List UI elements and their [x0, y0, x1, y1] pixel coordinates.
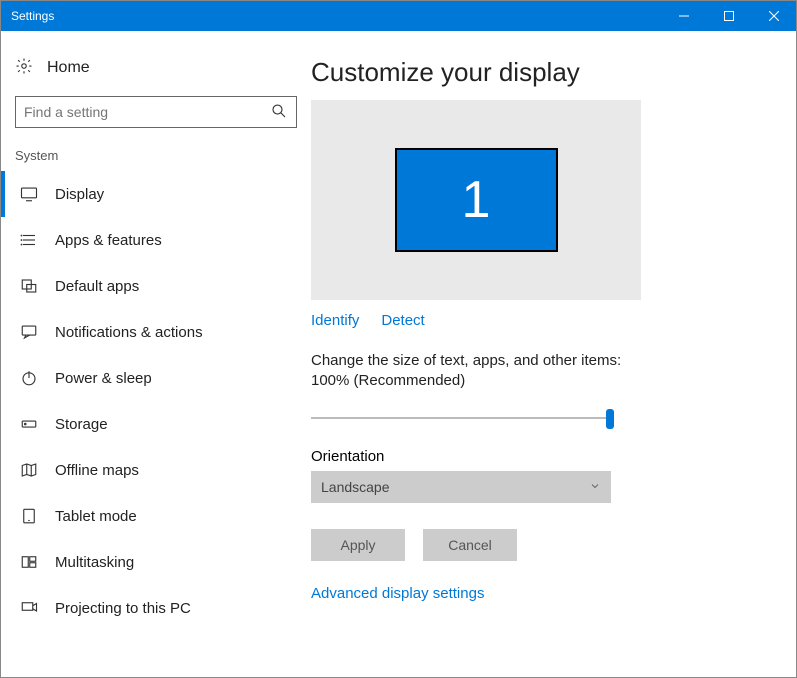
sidebar-item-tablet-mode[interactable]: Tablet mode — [1, 493, 311, 539]
tablet-icon — [19, 507, 39, 525]
sidebar-item-label: Offline maps — [55, 462, 139, 479]
sidebar-item-label: Multitasking — [55, 554, 134, 571]
identify-link[interactable]: Identify — [311, 312, 359, 329]
advanced-display-link[interactable]: Advanced display settings — [311, 585, 484, 602]
slider-thumb[interactable] — [606, 409, 614, 429]
sidebar-item-label: Display — [55, 186, 104, 203]
monitor-number: 1 — [462, 170, 491, 230]
detect-link[interactable]: Detect — [381, 312, 424, 329]
maximize-button[interactable] — [706, 1, 751, 31]
map-icon — [19, 461, 39, 479]
project-icon — [19, 599, 39, 617]
section-label-system: System — [1, 148, 311, 171]
search-field[interactable] — [24, 104, 270, 120]
home-button[interactable]: Home — [1, 49, 311, 96]
display-icon — [19, 185, 39, 203]
sidebar-item-multitasking[interactable]: Multitasking — [1, 539, 311, 585]
sidebar-item-label: Notifications & actions — [55, 324, 203, 341]
sidebar-item-offline-maps[interactable]: Offline maps — [1, 447, 311, 493]
sidebar-item-apps-features[interactable]: Apps & features — [1, 217, 311, 263]
apply-button[interactable]: Apply — [311, 529, 405, 561]
chat-icon — [19, 323, 39, 341]
titlebar: Settings — [1, 1, 796, 31]
chevron-down-icon — [589, 479, 601, 495]
scale-label: Change the size of text, apps, and other… — [311, 351, 641, 392]
defaults-icon — [19, 277, 39, 295]
scale-slider[interactable] — [311, 406, 611, 430]
close-button[interactable] — [751, 1, 796, 31]
sidebar: Home System Display Apps & features Defa… — [1, 31, 311, 677]
list-icon — [19, 231, 39, 249]
window-title: Settings — [11, 9, 661, 23]
sidebar-item-label: Tablet mode — [55, 508, 137, 525]
sidebar-item-display[interactable]: Display — [1, 171, 311, 217]
home-label: Home — [47, 59, 90, 77]
sidebar-item-default-apps[interactable]: Default apps — [1, 263, 311, 309]
sidebar-item-label: Default apps — [55, 278, 139, 295]
display-arrangement[interactable]: 1 — [311, 100, 641, 300]
sidebar-item-label: Apps & features — [55, 232, 162, 249]
sidebar-item-projecting[interactable]: Projecting to this PC — [1, 585, 311, 631]
orientation-select[interactable]: Landscape — [311, 471, 611, 503]
sidebar-item-label: Projecting to this PC — [55, 600, 191, 617]
slider-track — [311, 417, 611, 419]
sidebar-item-label: Storage — [55, 416, 108, 433]
sidebar-item-power-sleep[interactable]: Power & sleep — [1, 355, 311, 401]
minimize-button[interactable] — [661, 1, 706, 31]
main-panel: Customize your display 1 Identify Detect… — [311, 31, 796, 677]
search-icon — [270, 102, 288, 123]
sidebar-item-storage[interactable]: Storage — [1, 401, 311, 447]
page-title: Customize your display — [311, 57, 756, 88]
gear-icon — [15, 57, 33, 78]
power-icon — [19, 369, 39, 387]
close-icon — [769, 11, 779, 21]
maximize-icon — [724, 11, 734, 21]
sidebar-item-notifications[interactable]: Notifications & actions — [1, 309, 311, 355]
minimize-icon — [679, 11, 689, 21]
multitask-icon — [19, 553, 39, 571]
search-input[interactable] — [15, 96, 297, 128]
cancel-button[interactable]: Cancel — [423, 529, 517, 561]
orientation-value: Landscape — [321, 479, 390, 495]
orientation-label: Orientation — [311, 448, 756, 465]
sidebar-item-label: Power & sleep — [55, 370, 152, 387]
storage-icon — [19, 415, 39, 433]
monitor-1[interactable]: 1 — [395, 148, 558, 252]
